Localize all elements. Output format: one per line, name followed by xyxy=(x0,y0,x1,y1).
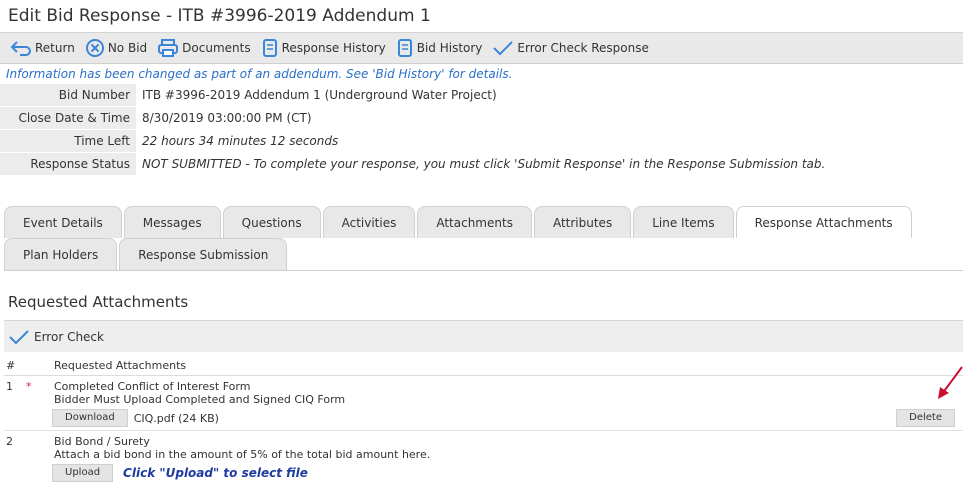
annotation-arrow-icon xyxy=(938,366,963,399)
col-header-requested-attachments: Requested Attachments xyxy=(54,358,187,372)
bid-history-button[interactable]: Bid History xyxy=(396,38,483,58)
download-button[interactable]: Download xyxy=(52,409,128,427)
tab-line-items[interactable]: Line Items xyxy=(633,206,734,238)
bid-number-value: ITB #3996-2019 Addendum 1 (Underground W… xyxy=(142,88,497,103)
tab-row-2: Plan Holders Response Submission xyxy=(4,238,963,271)
time-left-value: 22 hours 34 minutes 12 seconds xyxy=(142,134,339,148)
upload-button[interactable]: Upload xyxy=(52,464,114,482)
col-header-number: # xyxy=(6,358,16,372)
tab-event-details[interactable]: Event Details xyxy=(4,206,122,238)
no-bid-button[interactable]: No Bid xyxy=(85,38,147,58)
toolbar: Return No Bid Documents Response History… xyxy=(0,33,963,64)
tab-attachments[interactable]: Attachments xyxy=(417,206,532,238)
attached-file-link[interactable]: CIQ.pdf (24 KB) xyxy=(134,412,219,425)
table-header: # Requested Attachments xyxy=(4,355,963,376)
delete-button[interactable]: Delete xyxy=(896,409,955,427)
addendum-notice: Information has been changed as part of … xyxy=(6,67,513,81)
response-status-label: Response Status xyxy=(0,152,136,176)
bid-history-label: Bid History xyxy=(416,41,483,55)
tab-response-submission[interactable]: Response Submission xyxy=(119,238,288,270)
checkmark-icon xyxy=(9,329,29,344)
row-number: 1 xyxy=(6,380,13,393)
bid-number-label: Bid Number xyxy=(0,84,136,107)
error-check-label: Error Check xyxy=(34,329,104,344)
no-bid-circle-x-icon xyxy=(85,39,104,57)
row-number: 2 xyxy=(6,435,13,448)
tab-bar: Event Details Messages Questions Activit… xyxy=(4,206,963,271)
tab-questions[interactable]: Questions xyxy=(222,206,321,238)
documents-label: Documents xyxy=(182,41,251,55)
attachments-table: # Requested Attachments 1 * Completed Co… xyxy=(4,355,963,485)
return-arrow-icon xyxy=(10,41,31,56)
response-history-label: Response History xyxy=(281,41,386,55)
required-marker: * xyxy=(26,380,32,393)
error-check-button[interactable]: Error Check xyxy=(8,328,104,346)
return-label: Return xyxy=(35,41,75,55)
error-check-bar: Error Check xyxy=(4,320,963,352)
no-bid-label: No Bid xyxy=(107,41,148,55)
required-marker xyxy=(26,435,54,448)
history-document-icon xyxy=(262,39,277,57)
tab-activities[interactable]: Activities xyxy=(322,206,416,238)
page-title: Edit Bid Response - ITB #3996-2019 Adden… xyxy=(0,0,963,33)
table-row: 2 Bid Bond / Surety Attach a bid bond in… xyxy=(4,431,963,485)
tab-response-attachments[interactable]: Response Attachments xyxy=(735,206,912,238)
attachment-description: Bidder Must Upload Completed and Signed … xyxy=(54,393,346,406)
tab-plan-holders[interactable]: Plan Holders xyxy=(4,238,118,270)
bid-details-table: Bid Number ITB #3996-2019 Addendum 1 (Un… xyxy=(0,84,831,176)
tab-row-1: Event Details Messages Questions Activit… xyxy=(4,206,963,238)
section-title: Requested Attachments xyxy=(8,293,189,311)
checkmark-icon xyxy=(493,41,514,56)
close-date-label: Close Date & Time xyxy=(0,106,136,130)
return-button[interactable]: Return xyxy=(10,40,75,56)
response-status-value: NOT SUBMITTED - To complete your respons… xyxy=(142,157,826,171)
tab-attributes[interactable]: Attributes xyxy=(533,206,632,238)
tab-messages[interactable]: Messages xyxy=(123,206,221,238)
attachment-name: Bid Bond / Surety xyxy=(54,435,150,448)
error-check-response-button[interactable]: Error Check Response xyxy=(492,39,649,57)
error-check-response-label: Error Check Response xyxy=(517,41,649,55)
attachment-name: Completed Conflict of Interest Form xyxy=(54,380,251,393)
response-history-button[interactable]: Response History xyxy=(261,38,386,58)
history-document-icon xyxy=(397,39,412,57)
attachment-description: Attach a bid bond in the amount of 5% of… xyxy=(54,448,431,461)
time-left-label: Time Left xyxy=(0,129,136,153)
printer-documents-icon xyxy=(158,39,179,57)
table-row: 1 * Completed Conflict of Interest Form … xyxy=(4,376,963,431)
upload-hint: Click "Upload" to select file xyxy=(123,466,308,480)
close-date-value: 8/30/2019 03:00:00 PM (CT) xyxy=(142,111,312,125)
documents-button[interactable]: Documents xyxy=(157,38,251,58)
